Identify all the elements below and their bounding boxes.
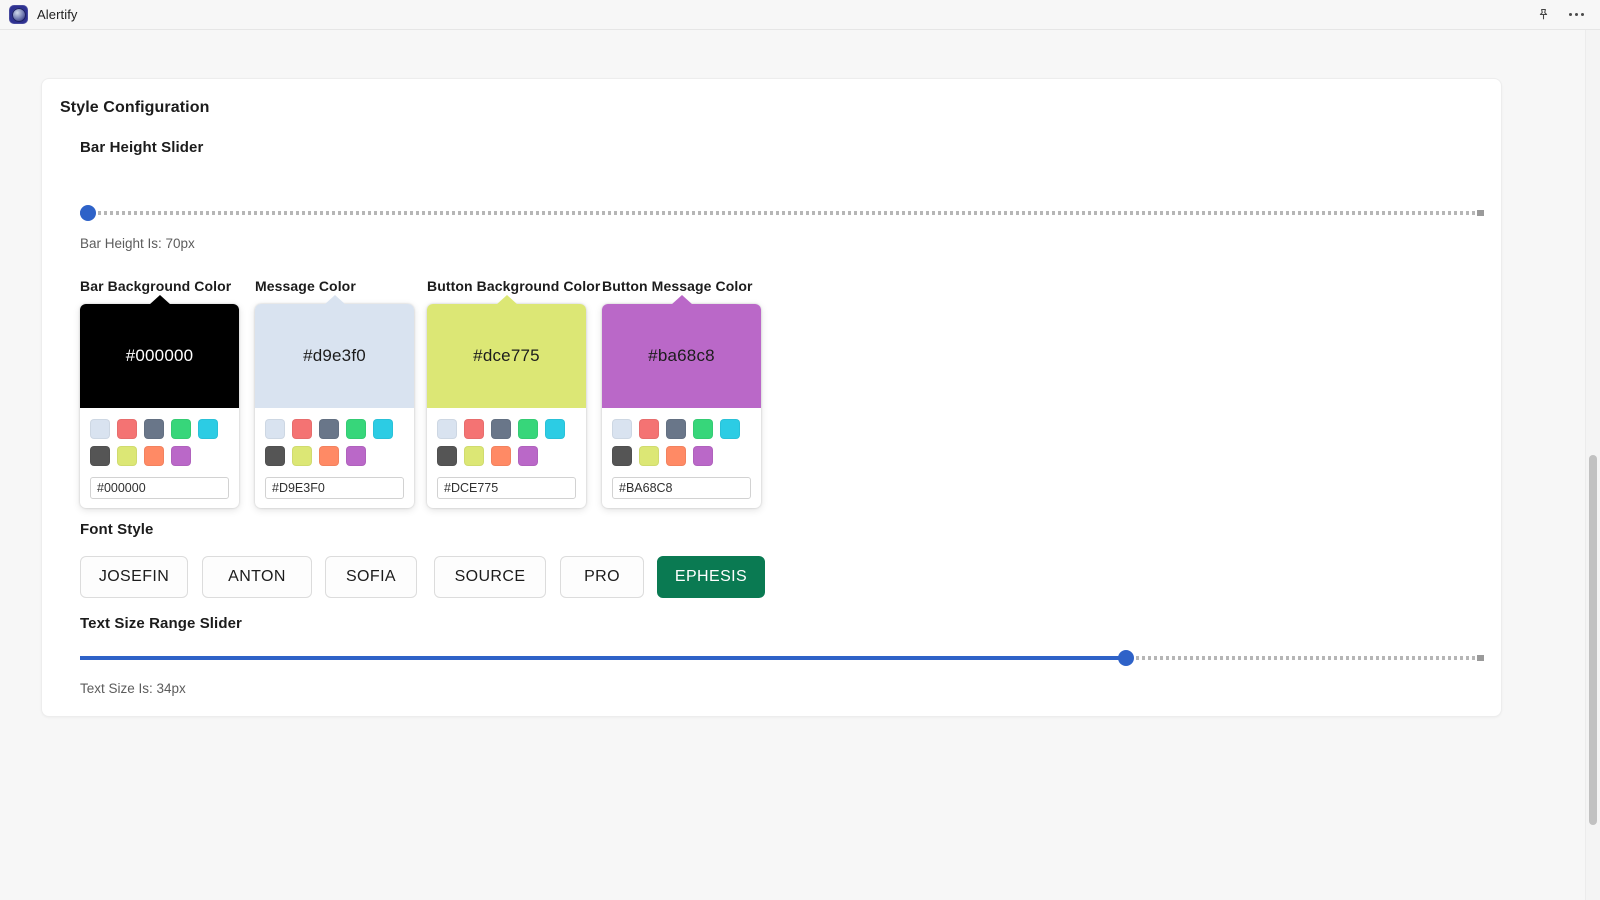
- color-swatch[interactable]: [265, 446, 285, 466]
- color-swatch[interactable]: [437, 446, 457, 466]
- slider-track[interactable]: [80, 211, 1484, 215]
- vertical-scrollbar[interactable]: [1585, 30, 1600, 900]
- color-swatch[interactable]: [144, 446, 164, 466]
- color-swatch[interactable]: [346, 446, 366, 466]
- color-preview-hex: #d9e3f0: [303, 346, 366, 365]
- color-swatch[interactable]: [545, 419, 565, 439]
- color-swatch[interactable]: [612, 419, 632, 439]
- color-pointer-caret-icon: [670, 295, 693, 305]
- bar-height-value-text: Bar Height Is: 70px: [80, 236, 195, 251]
- color-swatch[interactable]: [373, 419, 393, 439]
- slider-track-end-marker: [1477, 655, 1484, 661]
- color-preview-area: #000000: [80, 295, 239, 408]
- font-style-button-ephesis[interactable]: EPHESIS: [657, 556, 765, 598]
- color-swatch[interactable]: [491, 446, 511, 466]
- color-preview-hex: #000000: [125, 346, 194, 365]
- color-preview-area: #d9e3f0: [255, 295, 414, 408]
- color-swatch-grid: [80, 408, 239, 466]
- color-swatch[interactable]: [464, 419, 484, 439]
- page-canvas: Style Configuration Bar Height Slider Ba…: [0, 30, 1600, 900]
- color-swatch[interactable]: [90, 419, 110, 439]
- style-configuration-card: Style Configuration Bar Height Slider Ba…: [41, 78, 1502, 717]
- color-picker-0[interactable]: #000000: [80, 295, 239, 508]
- scrollbar-thumb[interactable]: [1589, 455, 1597, 825]
- color-swatch[interactable]: [666, 446, 686, 466]
- color-preview-hex: #dce775: [473, 346, 540, 365]
- color-picker-label-0: Bar Background Color: [80, 278, 232, 294]
- app-logo-emblem: [11, 7, 26, 22]
- color-picker-2[interactable]: #dce775: [427, 295, 586, 508]
- titlebar-actions: [1536, 7, 1600, 22]
- color-swatch-grid: [427, 408, 586, 466]
- color-pointer-caret-icon: [148, 295, 171, 305]
- color-swatch[interactable]: [346, 419, 366, 439]
- color-pointer-caret-icon: [495, 295, 518, 305]
- color-swatch-grid: [602, 408, 761, 466]
- font-style-label: Font Style: [80, 521, 154, 538]
- slider-thumb[interactable]: [1117, 650, 1134, 666]
- color-swatch[interactable]: [319, 419, 339, 439]
- color-pointer-caret-icon: [323, 295, 346, 305]
- font-style-button-anton[interactable]: ANTON: [202, 556, 312, 598]
- slider-track-end-marker: [1477, 210, 1484, 216]
- color-swatch[interactable]: [117, 446, 137, 466]
- color-preview-hex: #ba68c8: [648, 346, 715, 365]
- color-swatch[interactable]: [90, 446, 110, 466]
- bar-height-slider-label: Bar Height Slider: [80, 139, 204, 156]
- hex-value-input[interactable]: [265, 477, 404, 499]
- color-swatch[interactable]: [171, 419, 191, 439]
- window-titlebar: Alertify: [0, 0, 1600, 30]
- color-swatch[interactable]: [518, 446, 538, 466]
- titlebar-app-group: Alertify: [0, 5, 78, 24]
- slider-thumb[interactable]: [80, 205, 96, 221]
- color-swatch[interactable]: [518, 419, 538, 439]
- color-swatch[interactable]: [171, 446, 191, 466]
- color-swatch[interactable]: [666, 419, 686, 439]
- app-logo-icon: [9, 5, 28, 24]
- color-picker-label-1: Message Color: [255, 278, 356, 294]
- page-title: Style Configuration: [60, 99, 210, 116]
- color-swatch[interactable]: [117, 419, 137, 439]
- pin-icon[interactable]: [1536, 7, 1551, 22]
- more-options-icon[interactable]: [1569, 13, 1584, 16]
- font-style-button-sofia[interactable]: SOFIA: [325, 556, 417, 598]
- color-swatch[interactable]: [265, 419, 285, 439]
- bar-height-slider[interactable]: [80, 202, 1484, 224]
- color-swatch[interactable]: [292, 419, 312, 439]
- color-swatch[interactable]: [612, 446, 632, 466]
- font-style-button-source[interactable]: SOURCE: [434, 556, 546, 598]
- color-swatch[interactable]: [437, 419, 457, 439]
- color-swatch[interactable]: [639, 446, 659, 466]
- color-swatch[interactable]: [198, 419, 218, 439]
- color-picker-label-3: Button Message Color: [602, 278, 753, 294]
- color-swatch[interactable]: [693, 446, 713, 466]
- text-size-slider[interactable]: [80, 647, 1484, 669]
- color-swatch[interactable]: [693, 419, 713, 439]
- color-swatch[interactable]: [491, 419, 511, 439]
- color-picker-label-2: Button Background Color: [427, 278, 601, 294]
- color-swatch[interactable]: [639, 419, 659, 439]
- color-preview-area: #ba68c8: [602, 295, 761, 408]
- hex-value-input[interactable]: [437, 477, 576, 499]
- slider-track-fill: [80, 656, 1126, 660]
- color-picker-3[interactable]: #ba68c8: [602, 295, 761, 508]
- color-swatch[interactable]: [144, 419, 164, 439]
- color-preview-area: #dce775: [427, 295, 586, 408]
- font-style-button-pro[interactable]: PRO: [560, 556, 644, 598]
- text-size-value-text: Text Size Is: 34px: [80, 681, 186, 696]
- color-swatch[interactable]: [292, 446, 312, 466]
- hex-value-input[interactable]: [90, 477, 229, 499]
- color-swatch[interactable]: [319, 446, 339, 466]
- hex-value-input[interactable]: [612, 477, 751, 499]
- color-swatch[interactable]: [720, 419, 740, 439]
- text-size-slider-label: Text Size Range Slider: [80, 615, 242, 632]
- app-title: Alertify: [37, 7, 78, 22]
- color-swatch[interactable]: [464, 446, 484, 466]
- color-swatch-grid: [255, 408, 414, 466]
- color-picker-1[interactable]: #d9e3f0: [255, 295, 414, 508]
- font-style-button-josefin[interactable]: JOSEFIN: [80, 556, 188, 598]
